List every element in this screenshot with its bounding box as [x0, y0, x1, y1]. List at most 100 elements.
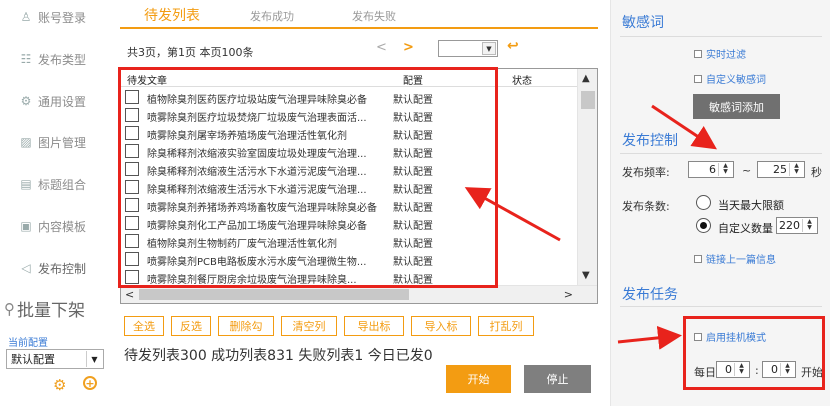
enable-hang-checkbox[interactable]: 启用挂机模式 — [694, 329, 766, 344]
publish-control-title: 发布控制 — [622, 133, 678, 149]
scroll-up-icon[interactable]: ▲ — [582, 73, 590, 84]
next-page-button[interactable]: > — [403, 40, 414, 55]
sidebar-item-image-management[interactable]: ▨ 图片管理 — [0, 122, 112, 162]
config-select-value: 默认配置 — [11, 353, 55, 366]
add-sensitive-word-button[interactable]: 敏感词添加 — [693, 94, 780, 119]
stepper-arrows-icon[interactable]: ▲ ▼ — [802, 219, 816, 232]
row-checkbox[interactable] — [125, 144, 139, 158]
row-title: 喷雾除臭剂医疗垃圾焚烧厂垃圾废气治理表面活... — [147, 113, 367, 124]
gear-icon: ⚙ — [20, 94, 32, 108]
row-title: 喷雾除臭剂屠宰场养殖场废气治理活性氧化剂 — [147, 131, 347, 142]
import-titles-button[interactable]: 导入标 — [411, 316, 471, 336]
row-checkbox[interactable] — [125, 90, 139, 104]
table-row[interactable]: 植物除臭剂生物制药厂废气治理活性氧化剂 默认配置 — [121, 232, 577, 250]
stepper-arrows-icon[interactable]: ▲ ▼ — [780, 363, 794, 376]
row-config: 默认配置 — [393, 257, 433, 268]
column-header-title[interactable]: 待发文章 — [127, 72, 167, 87]
row-checkbox[interactable] — [125, 234, 139, 248]
table-row[interactable]: 喷雾除臭剂屠宰场养殖场废气治理活性氧化剂 默认配置 — [121, 124, 577, 142]
scroll-left-icon[interactable]: < — [125, 288, 134, 301]
export-titles-button[interactable]: 导出标 — [344, 316, 404, 336]
select-all-button[interactable]: 全选 — [124, 316, 164, 336]
tab-publish-success[interactable]: 发布成功 — [250, 8, 294, 24]
radio-custom-count[interactable] — [696, 218, 711, 233]
tag-icon: ▤ — [20, 177, 32, 191]
template-icon: ▣ — [20, 219, 32, 233]
table-header: 待发文章 配置 状态 — [121, 69, 577, 87]
hour-stepper[interactable]: 0 ▲ ▼ — [716, 361, 750, 378]
sidebar-item-publish-control[interactable]: ◁ 发布控制 — [0, 248, 112, 288]
checkbox-box[interactable] — [694, 332, 702, 341]
table-row[interactable]: 喷雾除臭剂PCB电路板废水污水废气治理微生物... 默认配置 — [121, 250, 577, 268]
stepper-arrows-icon[interactable]: ▲ ▼ — [734, 363, 748, 376]
row-config: 默认配置 — [393, 167, 433, 178]
checkbox-box[interactable] — [694, 49, 702, 58]
table-row[interactable]: 喷雾除臭剂养猪场养鸡场畜牧废气治理异味除臭必备 默认配置 — [121, 196, 577, 214]
checkbox-box[interactable] — [694, 254, 702, 263]
stop-button[interactable]: 停止 — [524, 365, 591, 393]
realtime-filter-checkbox[interactable]: 实时过滤 — [694, 46, 746, 61]
sidebar-item-account-login[interactable]: ♙ 账号登录 — [0, 0, 112, 37]
custom-count-stepper[interactable]: 220 ▲ ▼ — [776, 217, 818, 234]
row-checkbox[interactable] — [125, 198, 139, 212]
add-circle-icon[interactable]: + — [83, 376, 97, 390]
row-checkbox[interactable] — [125, 126, 139, 140]
row-config: 默认配置 — [393, 185, 433, 196]
stepper-arrows-icon[interactable]: ▲ ▼ — [789, 163, 803, 176]
frequency-min-stepper[interactable]: 6 ▲ ▼ — [688, 161, 734, 178]
frequency-max-stepper[interactable]: 25 ▲ ▼ — [757, 161, 805, 178]
frequency-separator: ~ — [742, 164, 752, 177]
row-checkbox[interactable] — [125, 270, 139, 284]
row-checkbox[interactable] — [125, 162, 139, 176]
table-row[interactable]: 除臭稀释剂浓缩液生活污水下水道污泥废气治理... 默认配置 — [121, 160, 577, 178]
column-header-status[interactable]: 状态 — [512, 72, 532, 87]
settings-gear-icon[interactable]: ⚙ — [53, 376, 66, 394]
delete-checked-button[interactable]: 删除勾 — [218, 316, 274, 336]
horizontal-scrollbar[interactable]: < > — [121, 285, 597, 303]
page-select[interactable]: ▼ — [438, 40, 498, 57]
table-row[interactable]: 喷雾除臭剂化工产品加工场废气治理异味除臭必备 默认配置 — [121, 214, 577, 232]
sidebar-item-content-template[interactable]: ▣ 内容模板 — [0, 206, 112, 246]
row-checkbox[interactable] — [125, 216, 139, 230]
link-prev-checkbox[interactable]: 链接上一篇信息 — [694, 251, 776, 266]
row-checkbox[interactable] — [125, 252, 139, 266]
back-arrow-icon[interactable]: ↩ — [507, 38, 519, 54]
row-checkbox[interactable] — [125, 108, 139, 122]
tab-publish-failed[interactable]: 发布失败 — [352, 8, 396, 24]
horizontal-scroll-thumb[interactable] — [139, 289, 409, 300]
config-select[interactable]: 默认配置 ▼ — [6, 349, 104, 369]
vertical-scrollbar[interactable]: ▲ ▼ — [577, 69, 597, 285]
table-row[interactable]: 除臭稀释剂浓缩液实验室固废垃圾处理废气治理... 默认配置 — [121, 142, 577, 160]
clear-list-button[interactable]: 清空列 — [281, 316, 337, 336]
table-row[interactable]: 喷雾除臭剂餐厅厨房余垃圾废气治理异味除臭... 默认配置 — [121, 268, 577, 286]
chevron-down-icon: ▼ — [482, 42, 496, 55]
stepper-arrows-icon[interactable]: ▲ ▼ — [718, 163, 732, 176]
custom-sensitive-checkbox[interactable]: 自定义敏感词 — [694, 71, 766, 86]
table-row[interactable]: 喷雾除臭剂医疗垃圾焚烧厂垃圾废气治理表面活... 默认配置 — [121, 106, 577, 124]
radio-daily-max[interactable] — [696, 195, 711, 210]
start-button[interactable]: 开始 — [446, 365, 511, 393]
table-row[interactable]: 植物除臭剂医药医疗垃圾站废气治理异味除臭必备 默认配置 — [121, 88, 577, 106]
tab-underline — [120, 27, 598, 29]
scroll-right-icon[interactable]: > — [564, 288, 573, 301]
current-config-label: 当前配置 — [8, 338, 48, 349]
checkbox-box[interactable] — [694, 74, 702, 83]
shuffle-list-button[interactable]: 打乱列 — [478, 316, 534, 336]
batch-delist[interactable]: ⚲ 批量下架 — [4, 296, 85, 322]
sidebar-item-general-settings[interactable]: ⚙ 通用设置 — [0, 81, 112, 121]
scroll-down-icon[interactable]: ▼ — [582, 270, 590, 281]
prev-page-button[interactable]: < — [376, 40, 387, 55]
minute-stepper[interactable]: 0 ▲ ▼ — [762, 361, 796, 378]
image-icon: ▨ — [20, 135, 32, 149]
table-row[interactable]: 除臭稀释剂浓缩液生活污水下水道污泥废气治理... 默认配置 — [121, 178, 577, 196]
publish-count-label: 发布条数: — [622, 200, 670, 213]
sidebar-item-publish-type[interactable]: ☷ 发布类型 — [0, 39, 112, 79]
tab-pending-list[interactable]: 待发列表 — [144, 5, 200, 25]
sidebar-item-label: 发布控制 — [38, 261, 87, 276]
vertical-scroll-thumb[interactable] — [581, 91, 595, 109]
time-colon: : — [755, 364, 759, 377]
column-header-config[interactable]: 配置 — [403, 72, 423, 87]
row-checkbox[interactable] — [125, 180, 139, 194]
invert-selection-button[interactable]: 反选 — [171, 316, 211, 336]
sidebar-item-title-combination[interactable]: ▤ 标题组合 — [0, 164, 112, 204]
